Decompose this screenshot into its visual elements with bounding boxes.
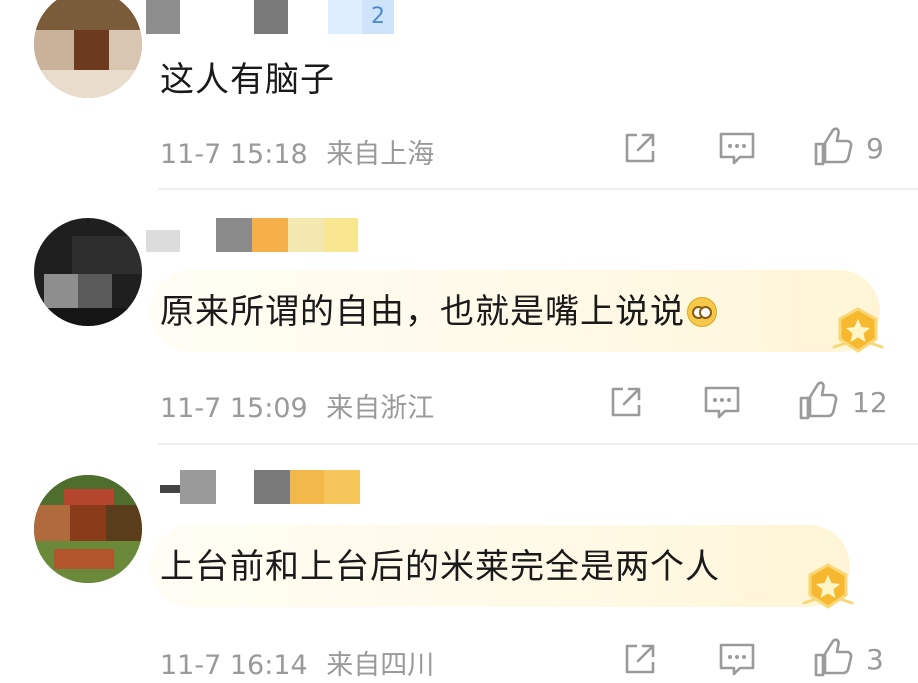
comment-text: 上台前和上台后的米莱完全是两个人	[160, 547, 720, 587]
thumbs-up-icon[interactable]	[812, 126, 854, 168]
thumbs-up-icon[interactable]	[812, 637, 854, 679]
comment-icon[interactable]	[718, 130, 756, 168]
comment-location: 来自浙江	[326, 393, 435, 424]
like-count: 9	[866, 132, 884, 165]
thumbs-up-icon[interactable]	[797, 380, 839, 422]
like-count: 12	[852, 386, 888, 419]
comment-time: 11-7 16:14	[160, 650, 308, 681]
comment-icon[interactable]	[718, 641, 756, 679]
share-icon[interactable]	[622, 130, 658, 166]
comment-text: 这人有脑子	[160, 60, 335, 100]
comment-meta: 11-7 16:14 来自四川	[160, 643, 434, 682]
star-badge-icon	[832, 307, 884, 353]
comment-meta: 11-7 15:18 来自上海	[160, 132, 434, 171]
dizzy-face-emoji	[687, 297, 717, 327]
comment-text: 原来所谓的自由，也就是嘴上说说	[160, 290, 717, 334]
comment-time: 11-7 15:09	[160, 393, 308, 424]
share-icon[interactable]	[622, 641, 658, 677]
like-count: 3	[866, 643, 884, 676]
star-badge-icon	[802, 563, 854, 609]
comment-item-3: 上台前和上台后的米莱完全是两个人 11-7 16:14 来自四川 3	[0, 445, 918, 683]
comment-item-2: 原来所谓的自由，也就是嘴上说说 11-7 15:09 来自浙江 12	[0, 190, 918, 445]
avatar[interactable]	[34, 475, 142, 583]
level-badge: 2	[362, 0, 394, 34]
avatar[interactable]	[34, 218, 142, 326]
comment-meta: 11-7 15:09 来自浙江	[160, 386, 434, 425]
share-icon[interactable]	[608, 384, 644, 420]
comment-icon[interactable]	[703, 384, 741, 422]
comment-time: 11-7 15:18	[160, 139, 308, 170]
comment-location: 来自四川	[326, 650, 435, 681]
comment-location: 来自上海	[326, 139, 435, 170]
avatar[interactable]	[34, 0, 142, 98]
comment-item-1: 2 这人有脑子 11-7 15:18 来自上海 9	[0, 0, 918, 190]
